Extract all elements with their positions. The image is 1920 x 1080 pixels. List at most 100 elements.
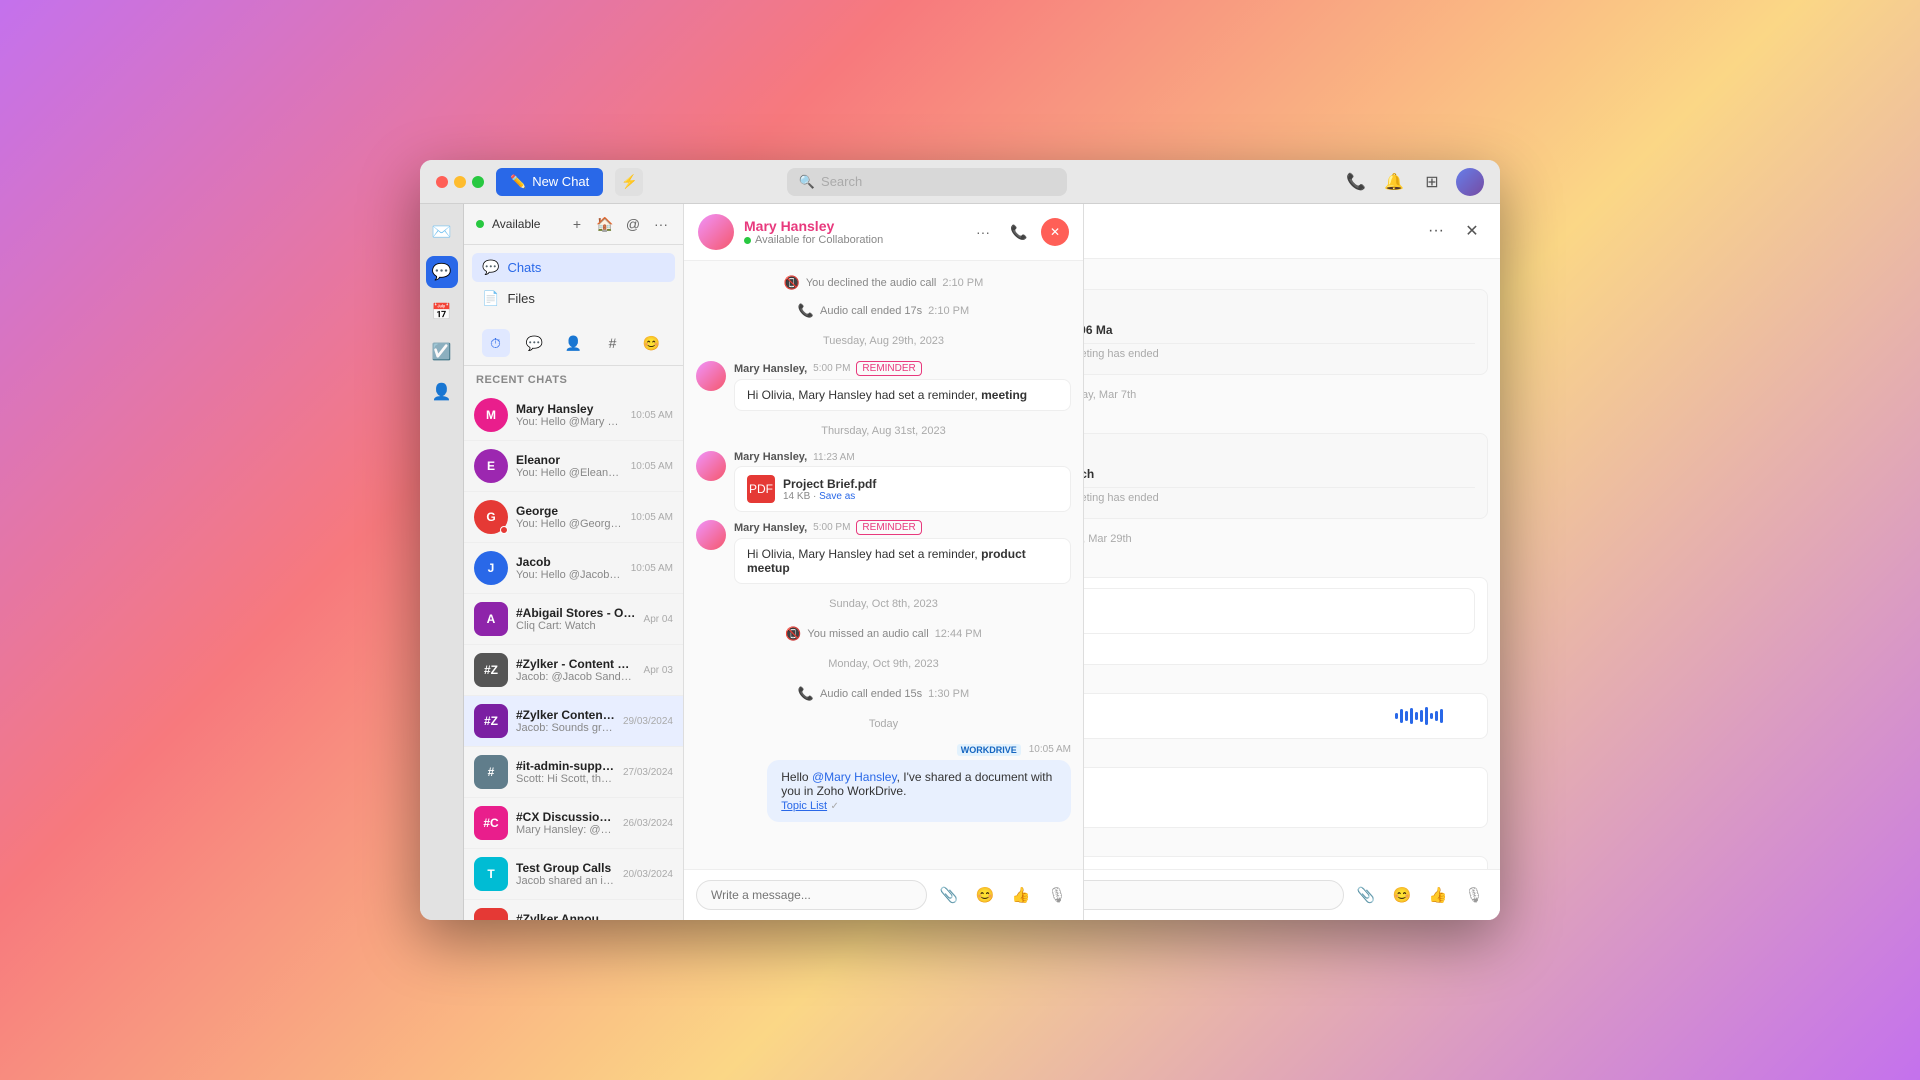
search-placeholder: Search bbox=[821, 174, 862, 189]
emoji-icon[interactable]: 😊 bbox=[1388, 881, 1416, 909]
filter-emoji-icon[interactable]: 😊 bbox=[638, 329, 666, 357]
voice-record-icon[interactable]: 🎙 bbox=[1460, 881, 1488, 909]
message-time: 5:00 PM bbox=[813, 363, 850, 374]
date-separator: Today bbox=[696, 712, 1071, 736]
list-item[interactable]: G George You: Hello @George, I'v... 10:0… bbox=[464, 492, 683, 543]
home-icon[interactable]: 🏠 bbox=[595, 214, 615, 234]
filter-chat-icon[interactable]: 💬 bbox=[521, 329, 549, 357]
reminder-badge: REMINDER bbox=[856, 520, 921, 535]
filter-time-icon[interactable]: ⏱ bbox=[482, 329, 510, 357]
minimize-traffic-light[interactable] bbox=[454, 176, 466, 188]
chat-info: #CX Discussion : @Marketing Mary Hansley… bbox=[516, 810, 615, 836]
channel-more-icon[interactable]: ··· bbox=[1422, 217, 1450, 245]
pdf-icon: PDF bbox=[747, 475, 775, 503]
message-sender: Mary Hansley, bbox=[734, 522, 807, 534]
list-item[interactable]: # #it-admin-support Scott: Hi Scott, tha… bbox=[464, 747, 683, 798]
lightning-button[interactable]: ⚡ bbox=[615, 168, 643, 196]
chats-label: Chats bbox=[507, 260, 541, 275]
layout-icon[interactable]: ⊞ bbox=[1418, 168, 1446, 196]
list-item[interactable]: A #Abigail Stores - Orders Channel Cliq … bbox=[464, 594, 683, 645]
date-separator: Monday, Oct 9th, 2023 bbox=[696, 652, 1071, 676]
topic-list-link[interactable]: Topic List bbox=[781, 800, 827, 812]
add-icon[interactable]: + bbox=[567, 214, 587, 234]
voice-record-icon[interactable]: 🎙 bbox=[1043, 881, 1071, 909]
system-message: 📵 You missed an audio call 12:44 PM bbox=[696, 624, 1071, 644]
new-chat-button[interactable]: ✏️ New Chat bbox=[496, 168, 603, 196]
chat-time: 20/03/2024 bbox=[623, 920, 673, 921]
popup-status-text: Available for Collaboration bbox=[755, 234, 883, 246]
message-avatar bbox=[696, 361, 726, 391]
chat-name: Test Group Calls bbox=[516, 861, 615, 875]
chat-name: Jacob bbox=[516, 555, 623, 569]
popup-user-name: Mary Hansley bbox=[744, 218, 959, 234]
chat-time: 10:05 AM bbox=[631, 563, 673, 574]
chat-preview: You: Hello @Mary Hansl... bbox=[516, 416, 623, 428]
chat-info: #Zylker - Content Marketing Jacob: @Jaco… bbox=[516, 657, 636, 683]
message-bubble: Hi Olivia, Mary Hansley had set a remind… bbox=[734, 379, 1071, 411]
date-separator: Sunday, Oct 8th, 2023 bbox=[696, 592, 1071, 616]
close-traffic-light[interactable] bbox=[436, 176, 448, 188]
message-bubble-area: Mary Hansley, 5:00 PM REMINDER Hi Olivia… bbox=[734, 361, 1071, 411]
list-item[interactable]: M Mary Hansley You: Hello @Mary Hansl...… bbox=[464, 390, 683, 441]
chat-info: George You: Hello @George, I'v... bbox=[516, 504, 623, 530]
thumbs-up-icon[interactable]: 👍 bbox=[1007, 881, 1035, 909]
channel-close-icon[interactable]: ✕ bbox=[1458, 217, 1486, 245]
new-chat-label: New Chat bbox=[532, 174, 589, 189]
sidebar-item-chats[interactable]: 💬 Chats bbox=[472, 253, 675, 282]
recent-chats-label: Recent Chats bbox=[464, 366, 683, 390]
list-item[interactable]: E Eleanor You: Hello @Eleanor, I'v... 10… bbox=[464, 441, 683, 492]
list-item[interactable]: #C #CX Discussion : @Marketing Mary Hans… bbox=[464, 798, 683, 849]
message-input[interactable] bbox=[696, 880, 927, 910]
traffic-lights bbox=[436, 176, 484, 188]
thumbs-up-icon[interactable]: 👍 bbox=[1424, 881, 1452, 909]
filter-user-icon[interactable]: 👤 bbox=[560, 329, 588, 357]
avatar: #Z bbox=[474, 908, 508, 920]
call-icon[interactable]: 📞 bbox=[1005, 218, 1033, 246]
sidebar: Available + 🏠 @ ··· 💬 Chats 📄 Files bbox=[464, 204, 684, 920]
mail-icon[interactable]: ✉️ bbox=[426, 216, 458, 248]
attachment-icon[interactable]: 📎 bbox=[935, 881, 963, 909]
popup-close-button[interactable]: ✕ bbox=[1041, 218, 1069, 246]
system-msg-time: 12:44 PM bbox=[935, 628, 982, 640]
sidebar-item-files[interactable]: 📄 Files bbox=[472, 284, 675, 313]
list-item[interactable]: J Jacob You: Hello @Jacob, I've... 10:05… bbox=[464, 543, 683, 594]
calendar-icon[interactable]: 📅 bbox=[426, 296, 458, 328]
save-as-link[interactable]: Save as bbox=[819, 491, 855, 502]
popup-status-dot bbox=[744, 237, 751, 244]
chat-time: 26/03/2024 bbox=[623, 818, 673, 829]
more-icon[interactable]: ··· bbox=[651, 214, 671, 234]
emoji-icon[interactable]: 😊 bbox=[971, 881, 999, 909]
list-item[interactable]: #Z #Zylker - Content Marketing Jacob: @J… bbox=[464, 645, 683, 696]
message-row: Mary Hansley, 5:00 PM REMINDER Hi Olivia… bbox=[696, 520, 1071, 584]
chat-info: #Zylker Announcements Patricia: Job Open… bbox=[516, 912, 615, 920]
more-options-icon[interactable]: ··· bbox=[969, 218, 997, 246]
contacts-icon[interactable]: 👤 bbox=[426, 376, 458, 408]
chat-info: #Abigail Stores - Orders Channel Cliq Ca… bbox=[516, 606, 636, 632]
tasks-icon[interactable]: ☑️ bbox=[426, 336, 458, 368]
popup-user-status: Available for Collaboration bbox=[744, 234, 959, 246]
message-sender: Mary Hansley, bbox=[734, 363, 807, 375]
chat-time: 20/03/2024 bbox=[623, 869, 673, 880]
list-item[interactable]: #Z #Zylker Content Marketing Jacob: Soun… bbox=[464, 696, 683, 747]
status-indicator bbox=[476, 220, 484, 228]
titlebar-right: 📞 🔔 ⊞ bbox=[1342, 168, 1484, 196]
chat-nav-icon[interactable]: 💬 bbox=[426, 256, 458, 288]
app-window: ✏️ New Chat ⚡ 🔍 Search 📞 🔔 ⊞ ✉️ 💬 📅 ☑️ 👤 bbox=[420, 160, 1500, 920]
sidebar-header: Available + 🏠 @ ··· bbox=[464, 204, 683, 245]
system-msg-text: You missed an audio call bbox=[807, 628, 928, 640]
attachment-icon[interactable]: 📎 bbox=[1352, 881, 1380, 909]
user-avatar[interactable] bbox=[1456, 168, 1484, 196]
list-item[interactable]: #Z #Zylker Announcements Patricia: Job O… bbox=[464, 900, 683, 920]
avatar: G bbox=[474, 500, 508, 534]
list-item[interactable]: T Test Group Calls Jacob shared an imag.… bbox=[464, 849, 683, 900]
notification-icon[interactable]: 🔔 bbox=[1380, 168, 1408, 196]
filter-hash-icon[interactable]: # bbox=[599, 329, 627, 357]
at-icon[interactable]: @ bbox=[623, 214, 643, 234]
call-icon[interactable]: 📞 bbox=[1342, 168, 1370, 196]
search-icon: 🔍 bbox=[799, 174, 815, 190]
mention-link[interactable]: @Mary Hansley bbox=[812, 770, 897, 784]
maximize-traffic-light[interactable] bbox=[472, 176, 484, 188]
chat-preview: Jacob shared an imag... bbox=[516, 875, 615, 887]
system-msg-time: 2:10 PM bbox=[928, 305, 969, 317]
search-bar[interactable]: 🔍 Search bbox=[787, 168, 1067, 196]
